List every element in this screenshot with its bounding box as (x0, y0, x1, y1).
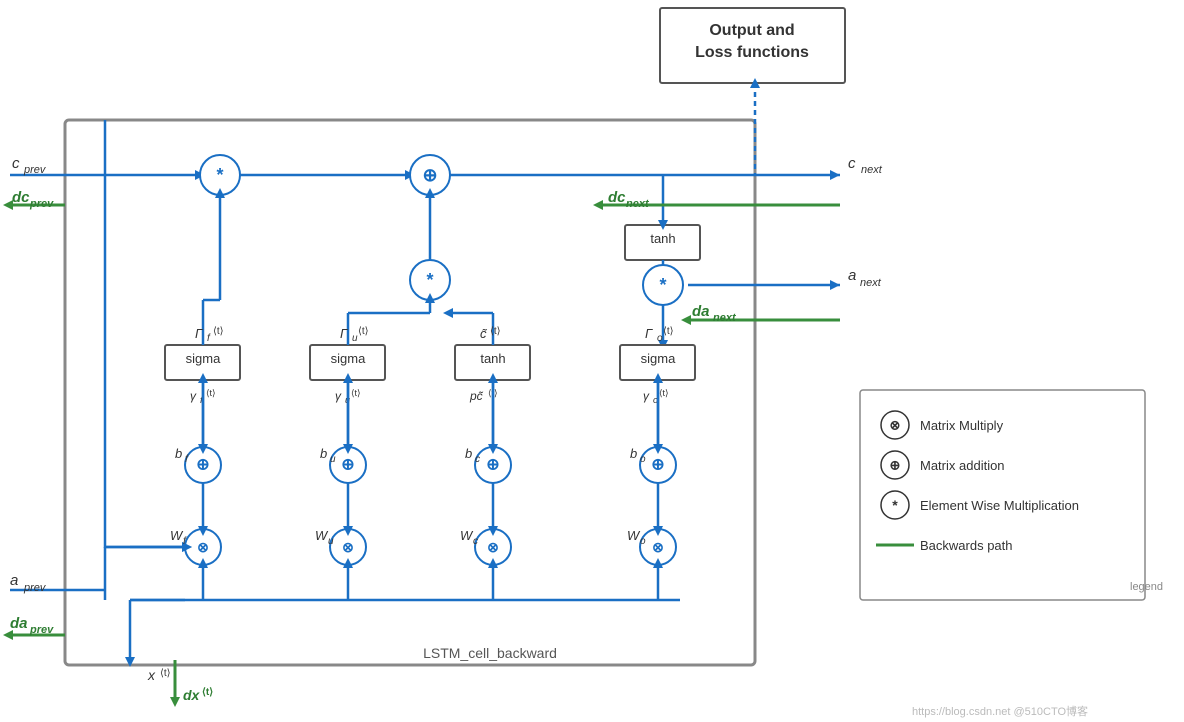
legend-matmul-symbol: ⊗ (890, 418, 901, 433)
multiply-tl-symbol: * (216, 165, 223, 185)
multiply-uc-symbol: * (426, 270, 433, 290)
sigma-f-label: sigma (186, 351, 221, 366)
output-loss-label1: Output and (709, 22, 794, 39)
matmul-wc-symbol: ⊗ (487, 539, 499, 555)
legend-backward-text: Backwards path (920, 538, 1013, 553)
label-wu-sub: u (328, 536, 334, 547)
label-cnext: c (848, 155, 856, 172)
add-bc-symbol: ⊕ (486, 457, 499, 474)
label-wo: W (627, 528, 641, 543)
label-aprev: a (10, 572, 18, 589)
label-pctilde-low: pc̃ (469, 389, 484, 403)
label-gamma-o-sup: ⟨t⟩ (663, 326, 674, 337)
legend-elemwise-symbol: * (892, 497, 898, 513)
label-bu: b (320, 446, 327, 461)
label-dxt: dx (183, 687, 201, 703)
output-loss-label2: Loss functions (695, 44, 809, 61)
label-gammau-low: γ (335, 389, 342, 403)
label-aprev-sub: prev (23, 582, 47, 594)
label-wf: W (170, 528, 184, 543)
label-daprev: da (10, 615, 28, 632)
label-ctilde-sup: ⟨t⟩ (490, 326, 501, 337)
label-gamma-f-sub: f (207, 333, 211, 344)
label-wo-sub: o (640, 536, 646, 547)
add-bu-symbol: ⊕ (341, 457, 354, 474)
label-gammau-low-sup: ⟨t⟩ (351, 388, 361, 398)
label-gammaf-low: γ (190, 389, 197, 403)
label-dcprev: dc (12, 189, 30, 206)
label-gammao-low-sup: ⟨t⟩ (659, 388, 669, 398)
label-cnext-sub: next (861, 164, 883, 176)
label-wu: W (315, 528, 329, 543)
tanh-c-label: tanh (480, 351, 505, 366)
add-bf-symbol: ⊕ (196, 457, 209, 474)
label-cprev: c (12, 155, 20, 172)
label-dcnext: dc (608, 189, 626, 206)
label-daprev-sub: prev (29, 624, 54, 636)
label-bu-sub: u (330, 454, 336, 465)
label-dxt-sup: ⟨t⟩ (202, 687, 213, 698)
sigma-o-label: sigma (641, 351, 676, 366)
legend-matadd-text: Matrix addition (920, 458, 1005, 473)
lstm-cell-box (65, 120, 755, 665)
label-gammao-low: γ (643, 389, 650, 403)
label-dcnext-sub: next (626, 198, 650, 210)
legend-elemwise-text: Element Wise Multiplication (920, 498, 1079, 513)
label-bo-sub: o (640, 454, 646, 465)
label-anext-sub: next (860, 277, 882, 289)
label-danext: da (692, 303, 710, 320)
label-bc-sub: c (475, 454, 480, 465)
label-bc: b (465, 446, 472, 461)
legend-matadd-symbol: ⊕ (890, 458, 901, 473)
label-xt-sup: ⟨t⟩ (160, 668, 171, 679)
label-anext: a (848, 267, 856, 284)
label-gamma-f: Γ (195, 326, 203, 341)
label-gamma-u: Γ (340, 326, 348, 341)
sigma-u-label: sigma (331, 351, 366, 366)
label-gamma-f-sup: ⟨t⟩ (213, 326, 224, 337)
main-svg: Output and Loss functions tanh (0, 0, 1184, 722)
label-gamma-u-sup: ⟨t⟩ (358, 326, 369, 337)
matmul-wf-symbol: ⊗ (197, 539, 209, 555)
label-ctilde: c̃ (480, 326, 488, 341)
matmul-wu-symbol: ⊗ (342, 539, 354, 555)
label-wc: W (460, 528, 474, 543)
matmul-wo-symbol: ⊗ (652, 539, 664, 555)
add-tc-symbol: ⊕ (422, 165, 437, 185)
label-bf: b (175, 446, 182, 461)
label-danext-sub: next (713, 312, 737, 324)
label-bo: b (630, 446, 637, 461)
add-bo-symbol: ⊕ (651, 457, 664, 474)
label-xt: x (147, 667, 156, 683)
legend-label: legend (1130, 581, 1163, 593)
label-gamma-o: Γ (645, 326, 653, 341)
watermark: https://blog.csdn.net @510CTO博客 (912, 704, 1088, 718)
label-dcprev-sub: prev (29, 198, 54, 210)
tanh-top-label: tanh (650, 231, 675, 246)
label-cprev-sub: prev (23, 164, 47, 176)
label-gammaf-low-sup: ⟨t⟩ (206, 388, 216, 398)
diagram-container: Output and Loss functions tanh (0, 0, 1184, 722)
legend-matmul-text: Matrix Multiply (920, 418, 1004, 433)
label-cell-name: LSTM_cell_backward (423, 645, 557, 661)
multiply-out-symbol: * (659, 275, 666, 295)
label-wc-sub: c (473, 536, 478, 547)
